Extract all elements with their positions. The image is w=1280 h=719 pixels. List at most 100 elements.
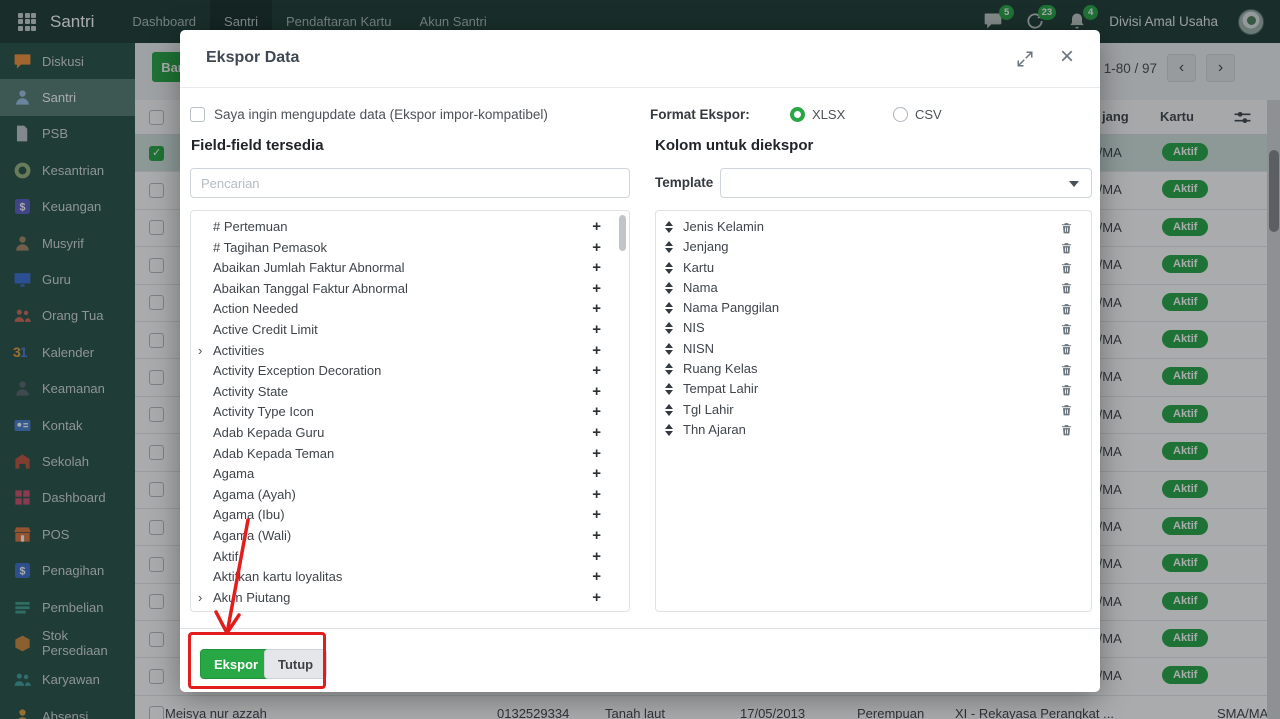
export-column-tempat-lahir[interactable]: Tempat Lahir [656, 379, 1091, 399]
field-item-activities[interactable]: › Activities + [191, 341, 629, 362]
sort-handle-icon[interactable] [665, 281, 673, 294]
field-item-label: # Tagihan Pemasok [213, 239, 327, 255]
export-column-nama-panggilan[interactable]: Nama Panggilan [656, 298, 1091, 318]
field-item-action-needed[interactable]: Action Needed + [191, 299, 629, 320]
field-item-pertemuan[interactable]: # Pertemuan + [191, 217, 629, 238]
update-data-label[interactable]: Saya ingin mengupdate data (Ekspor impor… [214, 107, 548, 122]
plus-icon[interactable]: + [592, 423, 601, 444]
plus-icon[interactable]: + [592, 526, 601, 547]
trash-icon[interactable] [1060, 221, 1073, 235]
field-item-activity-state[interactable]: Activity State + [191, 382, 629, 403]
field-item-aktif[interactable]: Aktif + [191, 547, 629, 568]
sort-handle-icon[interactable] [665, 423, 673, 436]
trash-icon[interactable] [1060, 363, 1073, 377]
field-item-agama[interactable]: Agama + [191, 464, 629, 485]
template-select[interactable] [720, 168, 1092, 198]
trash-icon[interactable] [1060, 403, 1073, 417]
field-item-agama-ibu[interactable]: Agama (Ibu) + [191, 505, 629, 526]
export-column-nis[interactable]: NIS [656, 318, 1091, 338]
plus-icon[interactable]: + [592, 485, 601, 506]
plus-icon[interactable]: + [592, 258, 601, 279]
close-icon[interactable]: × [1060, 41, 1074, 72]
export-column-jenjang[interactable]: Jenjang [656, 237, 1091, 257]
trash-icon[interactable] [1060, 241, 1073, 255]
trash-icon[interactable] [1060, 261, 1073, 275]
format-xlsx-label[interactable]: XLSX [812, 107, 845, 122]
field-item-agama-wali[interactable]: Agama (Wali) + [191, 526, 629, 547]
export-column-nama[interactable]: Nama [656, 278, 1091, 298]
fields-scrollbar-thumb[interactable] [619, 215, 626, 251]
trash-icon[interactable] [1060, 383, 1073, 397]
field-item-label: Abaikan Jumlah Faktur Abnormal [213, 260, 405, 276]
field-item-active-credit-limit[interactable]: Active Credit Limit + [191, 320, 629, 341]
close-button[interactable]: Tutup [264, 649, 328, 679]
sort-handle-icon[interactable] [665, 403, 673, 416]
plus-icon[interactable]: + [592, 608, 601, 611]
field-item-activity-exception-decoration[interactable]: Activity Exception Decoration + [191, 361, 629, 382]
plus-icon[interactable]: + [592, 238, 601, 259]
plus-icon[interactable]: + [592, 547, 601, 568]
field-item-abaikan-jumlah-faktur-abnormal[interactable]: Abaikan Jumlah Faktur Abnormal + [191, 258, 629, 279]
trash-icon[interactable] [1060, 302, 1073, 316]
export-column-label: Kartu [683, 259, 715, 275]
plus-icon[interactable]: + [592, 341, 601, 362]
plus-icon[interactable]: + [592, 588, 601, 609]
dialog-title: Ekspor Data [206, 49, 300, 66]
plus-icon[interactable]: + [592, 217, 601, 238]
field-item-label: Activities [213, 342, 265, 358]
export-column-label: NISN [683, 340, 715, 356]
field-item-adab-kepada-guru[interactable]: Adab Kepada Guru + [191, 423, 629, 444]
plus-icon[interactable]: + [592, 299, 601, 320]
template-label: Template [655, 175, 714, 190]
plus-icon[interactable]: + [592, 444, 601, 465]
expand-caret-icon[interactable]: › [198, 588, 202, 609]
field-item-abaikan-tanggal-faktur-abnormal[interactable]: Abaikan Tanggal Faktur Abnormal + [191, 279, 629, 300]
trash-icon[interactable] [1060, 281, 1073, 295]
export-column-tgl-lahir[interactable]: Tgl Lahir [656, 400, 1091, 420]
plus-icon[interactable]: + [592, 320, 601, 341]
plus-icon[interactable]: + [592, 361, 601, 382]
trash-icon[interactable] [1060, 322, 1073, 336]
sort-handle-icon[interactable] [665, 383, 673, 396]
sort-handle-icon[interactable] [665, 302, 673, 315]
export-button[interactable]: Ekspor [200, 649, 273, 679]
trash-icon[interactable] [1060, 342, 1073, 356]
export-column-thn-ajaran[interactable]: Thn Ajaran [656, 420, 1091, 440]
format-csv-radio[interactable] [893, 107, 908, 122]
field-item-tagihan-pemasok[interactable]: # Tagihan Pemasok + [191, 238, 629, 259]
plus-icon[interactable]: + [592, 567, 601, 588]
export-column-ruang-kelas[interactable]: Ruang Kelas [656, 359, 1091, 379]
plus-icon[interactable]: + [592, 279, 601, 300]
field-item-akun-piutang[interactable]: › Akun Piutang + [191, 588, 629, 609]
export-column-label: Nama [683, 279, 718, 295]
expand-caret-icon[interactable]: › [198, 341, 202, 362]
field-item-activity-type-icon[interactable]: Activity Type Icon + [191, 402, 629, 423]
field-item-akun-utang[interactable]: › Akun Utang + [191, 608, 629, 611]
export-column-jenis-kelamin[interactable]: Jenis Kelamin [656, 217, 1091, 237]
sort-handle-icon[interactable] [665, 221, 673, 233]
expand-icon[interactable] [1016, 50, 1034, 68]
sort-handle-icon[interactable] [665, 342, 673, 355]
sort-handle-icon[interactable] [665, 363, 673, 376]
sort-handle-icon[interactable] [665, 322, 673, 335]
plus-icon[interactable]: + [592, 382, 601, 403]
format-csv-label[interactable]: CSV [915, 107, 942, 122]
sort-handle-icon[interactable] [665, 261, 673, 274]
available-fields-items: # Pertemuan + # Tagihan Pemasok + Abaikan Ju… [191, 211, 629, 611]
field-item-label: Adab Kepada Teman [213, 445, 335, 461]
search-input[interactable] [190, 168, 630, 198]
field-item-label: Aktif [213, 548, 239, 564]
format-xlsx-radio[interactable] [790, 107, 805, 122]
plus-icon[interactable]: + [592, 402, 601, 423]
sort-handle-icon[interactable] [665, 241, 673, 254]
trash-icon[interactable] [1060, 423, 1073, 437]
plus-icon[interactable]: + [592, 464, 601, 485]
export-column-nisn[interactable]: NISN [656, 339, 1091, 359]
export-column-kartu[interactable]: Kartu [656, 258, 1091, 278]
update-data-checkbox[interactable] [190, 107, 205, 122]
field-item-adab-kepada-teman[interactable]: Adab Kepada Teman + [191, 444, 629, 465]
expand-caret-icon[interactable]: › [198, 608, 202, 611]
plus-icon[interactable]: + [592, 505, 601, 526]
field-item-aktifkan-kartu-loyalitas[interactable]: Aktifkan kartu loyalitas + [191, 567, 629, 588]
field-item-agama-ayah[interactable]: Agama (Ayah) + [191, 485, 629, 506]
